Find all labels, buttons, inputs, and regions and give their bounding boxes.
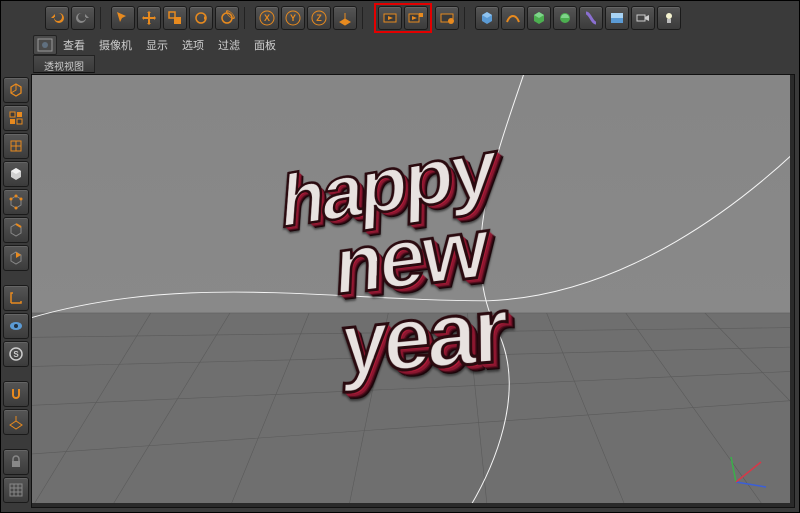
texture-mode-button[interactable] <box>3 133 29 159</box>
primitive-button[interactable] <box>475 6 499 30</box>
axis-z-button[interactable]: Z <box>307 6 331 30</box>
axis-x-button[interactable]: X <box>255 6 279 30</box>
viewport-scroll-h[interactable] <box>32 503 794 507</box>
deformer-button[interactable] <box>579 6 603 30</box>
svg-text:S: S <box>13 350 19 359</box>
point-mode-button[interactable] <box>3 189 29 215</box>
last-tool-button[interactable] <box>215 6 239 30</box>
grid-modify-button[interactable] <box>3 477 29 503</box>
generator-button[interactable] <box>527 6 551 30</box>
hypernurbs-button[interactable] <box>553 6 577 30</box>
edge-mode-button[interactable] <box>3 217 29 243</box>
text3d-line3: year <box>340 286 505 386</box>
viewport-tab[interactable]: 透视视图 <box>33 55 95 73</box>
light-button[interactable] <box>657 6 681 30</box>
axis-y-button[interactable]: Y <box>281 6 305 30</box>
menu-display[interactable]: 显示 <box>146 37 168 53</box>
move-button[interactable] <box>137 6 161 30</box>
viewport-icon[interactable] <box>33 35 57 55</box>
3d-text-object[interactable]: happy new year <box>260 128 506 392</box>
coord-system-button[interactable] <box>333 6 357 30</box>
menu-filter[interactable]: 过滤 <box>218 37 240 53</box>
menu-options[interactable]: 选项 <box>182 37 204 53</box>
axis-gizmo <box>726 442 776 492</box>
viewport-solo-button[interactable] <box>3 313 29 339</box>
workplane-button[interactable] <box>3 409 29 435</box>
svg-text:Z: Z <box>316 13 322 23</box>
model-mode-button[interactable] <box>3 105 29 131</box>
undo-button[interactable] <box>45 6 69 30</box>
magnet-button[interactable] <box>3 381 29 407</box>
viewport-scroll-v[interactable] <box>790 75 794 507</box>
camera-button[interactable] <box>631 6 655 30</box>
svg-text:Y: Y <box>290 13 296 23</box>
render-settings-button[interactable] <box>435 6 459 30</box>
side-toolbar: S <box>3 77 31 503</box>
spline-button[interactable] <box>501 6 525 30</box>
axis-button[interactable] <box>3 285 29 311</box>
make-editable-button[interactable] <box>3 77 29 103</box>
object-mode-button[interactable] <box>3 161 29 187</box>
rotate-button[interactable] <box>189 6 213 30</box>
lock-button[interactable] <box>3 449 29 475</box>
scale-button[interactable] <box>163 6 187 30</box>
polygon-mode-button[interactable] <box>3 245 29 271</box>
menu-panel[interactable]: 面板 <box>254 37 276 53</box>
render-pv-button[interactable] <box>404 6 428 30</box>
redo-button[interactable] <box>71 6 95 30</box>
top-toolbar: X Y Z <box>45 3 681 33</box>
environment-button[interactable] <box>605 6 629 30</box>
svg-text:X: X <box>264 13 270 23</box>
viewport-menu-bar: 查看 摄像机 显示 选项 过滤 面板 <box>31 35 276 55</box>
menu-camera[interactable]: 摄像机 <box>99 37 132 53</box>
snap-button[interactable]: S <box>3 341 29 367</box>
render-view-button[interactable] <box>378 6 402 30</box>
perspective-viewport[interactable]: happy new year <box>31 74 795 508</box>
menu-view[interactable]: 查看 <box>63 37 85 53</box>
render-group-highlight <box>374 3 432 33</box>
select-live-button[interactable] <box>111 6 135 30</box>
